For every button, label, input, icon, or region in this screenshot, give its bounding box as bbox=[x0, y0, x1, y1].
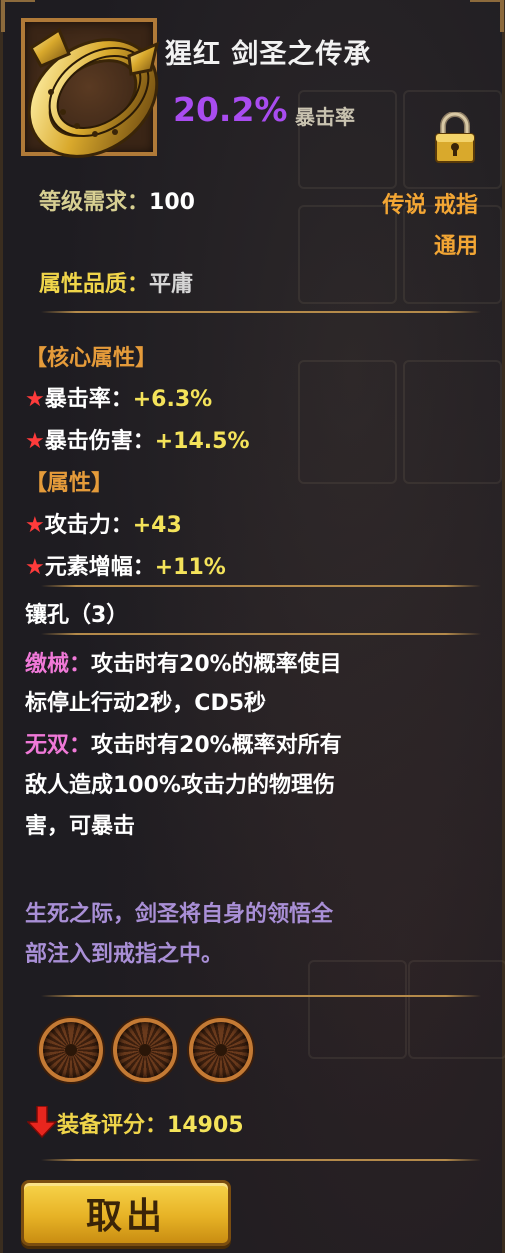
stat-name: 暴击率： bbox=[44, 387, 133, 412]
socket-icon[interactable] bbox=[189, 1018, 253, 1082]
score-label: 装备评分： bbox=[57, 1113, 168, 1138]
stat-name: 元素增幅： bbox=[44, 555, 155, 580]
attr-stat-row: ★攻击力：+43 bbox=[25, 507, 182, 539]
star-icon: ★ bbox=[25, 513, 45, 538]
ring-icon bbox=[27, 27, 160, 158]
affix-line: 无双：攻击时有20%概率对所有 bbox=[25, 727, 342, 759]
attribute-quality: 属性品质：平庸 bbox=[39, 266, 193, 298]
background-slot bbox=[298, 205, 397, 304]
background-slot bbox=[298, 360, 397, 484]
socket-icon[interactable] bbox=[113, 1018, 177, 1082]
stat-name: 攻击力： bbox=[44, 513, 133, 538]
divider bbox=[41, 584, 481, 588]
item-name: 猩红 剑圣之传承 bbox=[165, 39, 372, 70]
attributes-header: 【属性】 bbox=[25, 471, 114, 496]
rarity-type: 传说 戒指 bbox=[382, 193, 478, 218]
equipment-score: 装备评分：14905 bbox=[26, 1105, 244, 1139]
score-value: 14905 bbox=[167, 1113, 244, 1138]
affix-line: 缴械：攻击时有20%的概率使目 bbox=[25, 646, 342, 678]
stat-value: +6.3% bbox=[132, 387, 213, 412]
affix-text: 害，可暴击 bbox=[25, 814, 136, 839]
star-icon: ★ bbox=[25, 387, 45, 412]
core-stat-row: ★暴击伤害：+14.5% bbox=[25, 423, 250, 455]
level-value: 100 bbox=[149, 190, 195, 215]
stat-value: +43 bbox=[132, 513, 182, 538]
socket-icon[interactable] bbox=[39, 1018, 103, 1082]
main-stat-value: 20.2% bbox=[173, 90, 288, 129]
stat-name: 暴击伤害： bbox=[44, 429, 155, 454]
affix-text: 敌人造成100%攻击力的物理伤 bbox=[25, 773, 335, 798]
divider bbox=[41, 632, 481, 636]
main-stat-label: 暴击率 bbox=[295, 105, 355, 129]
usage-type: 通用 bbox=[433, 234, 478, 259]
quality-label: 属性品质： bbox=[39, 272, 150, 297]
affix-text: 标停止行动2秒，CD5秒 bbox=[25, 691, 267, 716]
affix-text: 攻击时有20%的概率使目 bbox=[91, 652, 342, 677]
star-icon: ★ bbox=[25, 555, 45, 580]
stat-value: +14.5% bbox=[154, 429, 250, 454]
socket-count-label: 镶孔（3） bbox=[25, 603, 129, 628]
item-icon-frame bbox=[21, 18, 160, 158]
lock-icon[interactable] bbox=[433, 112, 477, 164]
take-out-button[interactable]: 取出 bbox=[21, 1180, 231, 1246]
frame-corner bbox=[470, 0, 504, 32]
divider bbox=[41, 1158, 481, 1162]
affix-name: 缴械： bbox=[25, 652, 92, 677]
background-slot bbox=[408, 960, 505, 1059]
core-attributes-header: 【核心属性】 bbox=[25, 346, 158, 371]
attr-stat-row: ★元素增幅：+11% bbox=[25, 549, 226, 581]
down-arrow-icon bbox=[26, 1105, 58, 1139]
core-stat-row: ★暴击率：+6.3% bbox=[25, 381, 212, 413]
divider bbox=[41, 310, 481, 314]
lore-text: 部注入到戒指之中。 bbox=[25, 942, 224, 967]
affix-name: 无双： bbox=[25, 733, 92, 758]
level-label: 等级需求： bbox=[39, 190, 150, 215]
lore-text: 生死之际，剑圣将自身的领悟全 bbox=[25, 902, 334, 927]
affix-text: 攻击时有20%概率对所有 bbox=[91, 733, 342, 758]
star-icon: ★ bbox=[25, 429, 45, 454]
background-slot bbox=[403, 360, 502, 484]
stat-value: +11% bbox=[154, 555, 226, 580]
item-tooltip-panel: 猩红 剑圣之传承 20.2% 暴击率 等级需求：100 传说 戒指 通用 属性品… bbox=[0, 0, 505, 1253]
background-slot bbox=[308, 960, 407, 1059]
quality-value: 平庸 bbox=[149, 272, 194, 297]
level-requirement: 等级需求：100 bbox=[39, 184, 195, 216]
divider bbox=[41, 994, 481, 998]
